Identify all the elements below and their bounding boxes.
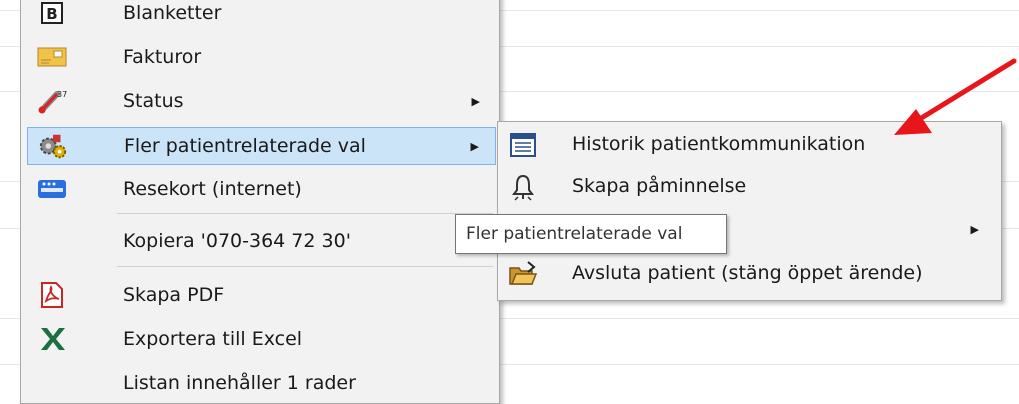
menu-item-label: Blanketter	[123, 2, 222, 24]
invoice-icon	[37, 44, 67, 70]
thermometer-icon: 37	[37, 88, 67, 114]
menu-item-blanketter[interactable]: B Blanketter	[27, 0, 496, 31]
list-window-icon	[508, 131, 538, 159]
menu-item-exportera-excel[interactable]: Exportera till Excel	[27, 321, 496, 357]
menu-item-status[interactable]: 37 Status ▶	[27, 83, 496, 119]
submenu-arrow-icon: ▶	[471, 94, 480, 108]
menu-item-kopiera-telefon[interactable]: Kopiera '070-364 72 30'	[27, 223, 496, 259]
blanketter-b-icon: B	[37, 0, 67, 26]
submenu-item-avsluta-patient[interactable]: Avsluta patient (stäng öppet ärende)	[500, 253, 999, 293]
menu-separator	[117, 266, 493, 267]
menu-item-label: Status	[123, 90, 184, 112]
menu-item-label: Fler patientrelaterade val	[124, 135, 366, 157]
context-menu: B Blanketter Fakturor 37 Status ▶ Fler p…	[20, 0, 500, 404]
menu-item-label: Listan innehåller 1 rader	[123, 372, 356, 394]
menu-item-label: Kopiera '070-364 72 30'	[123, 230, 351, 252]
submenu-fler-patientrelaterade-val: Historik patientkommunikation Skapa påmi…	[497, 121, 1002, 301]
submenu-arrow-icon: ▶	[470, 139, 479, 153]
menu-item-label: Fakturor	[123, 46, 202, 68]
submenu-item-label: Historik patientkommunikation	[572, 133, 866, 155]
tooltip: Fler patientrelaterade val	[455, 214, 727, 254]
svg-text:37: 37	[57, 90, 67, 99]
travel-card-icon	[37, 176, 67, 202]
menu-item-fakturor[interactable]: Fakturor	[27, 39, 496, 75]
pdf-icon	[37, 282, 67, 308]
submenu-item-skapa-paminnelse[interactable]: Skapa påminnelse	[500, 166, 999, 206]
tooltip-text: Fler patientrelaterade val	[466, 224, 683, 244]
svg-text:B: B	[46, 5, 57, 23]
menu-item-resekort[interactable]: Resekort (internet)	[27, 171, 496, 207]
gears-icon	[38, 133, 68, 159]
folder-open-icon	[508, 260, 538, 288]
menu-item-fler-patientrelaterade-val[interactable]: Fler patientrelaterade val ▶	[27, 127, 496, 165]
menu-item-skapa-pdf[interactable]: Skapa PDF	[27, 277, 496, 313]
menu-item-label: Resekort (internet)	[123, 178, 302, 200]
excel-icon	[37, 326, 67, 352]
menu-item-label: Skapa PDF	[123, 284, 225, 306]
submenu-item-label: Skapa påminnelse	[572, 175, 747, 197]
submenu-arrow-icon: ▶	[970, 223, 979, 236]
menu-item-label: Exportera till Excel	[123, 328, 303, 350]
menu-separator	[117, 213, 493, 214]
menu-item-list-count[interactable]: Listan innehåller 1 rader	[27, 365, 496, 401]
bell-icon	[508, 173, 538, 201]
annotation-arrow-icon	[894, 58, 1017, 135]
submenu-item-label: Avsluta patient (stäng öppet ärende)	[572, 262, 923, 284]
